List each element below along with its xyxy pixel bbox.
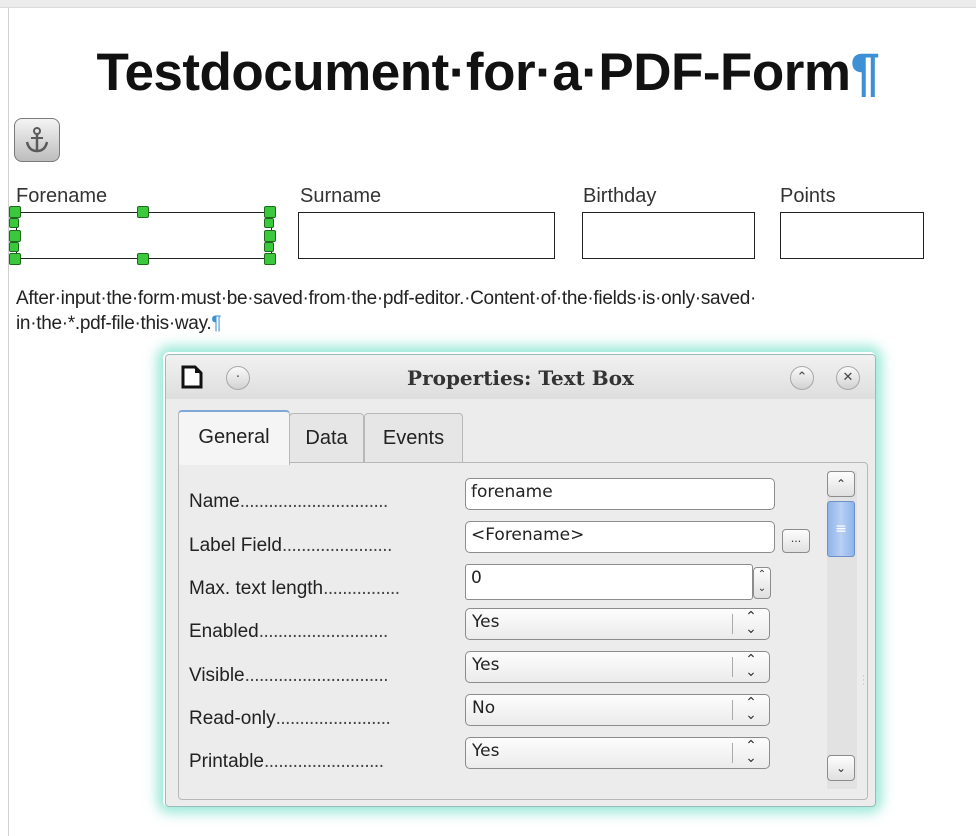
scroll-down-icon[interactable]: ⌄ [827,755,855,781]
selection-handle[interactable] [9,230,21,242]
label-dots: ......................... [264,751,384,772]
name-label: Name............................... [189,491,388,513]
selection-handle[interactable] [137,206,149,218]
properties-dialog: · Properties: Text Box ⌃ ✕ General Data … [165,354,876,807]
selection-handle[interactable] [9,206,21,218]
selection-handle[interactable] [264,253,276,265]
label-dots: ........................ [275,708,391,729]
max-text-length-input[interactable]: 0 [465,564,753,600]
dialog-titlebar[interactable]: · Properties: Text Box ⌃ ✕ [166,355,875,399]
birthday-label: Birthday [583,185,657,207]
enabled-select[interactable]: Yes ⌃ ⌄ [465,608,770,640]
label-text: Printable [189,751,264,772]
chevron-updown-icon: ⌃ ⌄ [745,609,757,637]
forename-field[interactable] [16,212,272,259]
chevron-updown-icon: ⌃ ⌄ [745,738,757,766]
label-text: Label Field [189,535,282,556]
max-text-length-label: Max. text length................ [189,578,400,600]
select-value: Yes [472,741,500,761]
title-text: Testdocument·for·a·PDF-Form [96,43,852,102]
scrollbar-thumb[interactable]: ≡ [827,501,855,557]
surname-field[interactable] [298,212,555,259]
anchor-icon[interactable] [14,118,60,162]
label-text: Name [189,491,240,512]
points-field[interactable] [780,212,924,259]
minimize-icon[interactable]: ⌃ [790,366,814,390]
dialog-title: Properties: Text Box [407,366,634,390]
points-label: Points [780,185,836,207]
selection-handle[interactable] [264,242,274,252]
visible-select[interactable]: Yes ⌃ ⌄ [465,651,770,683]
label-text: Read-only [189,708,276,729]
paragraph-line-1: After·input·the·form·must·be·saved·from·… [16,288,757,309]
tab-general[interactable]: General [178,410,290,465]
label-text: Enabled [189,621,259,642]
browse-button[interactable]: ... [782,529,810,553]
selection-handle[interactable] [264,206,276,218]
tab-events[interactable]: Events [364,413,463,462]
paragraph-line-2-text: in·the·*.pdf-file·this·way. [16,313,212,334]
read-only-label: Read-only........................ [189,708,391,730]
label-dots: .............................. [244,665,389,686]
vertical-scrollbar[interactable]: ⌃ ≡ ⌄ [827,471,857,789]
resize-grip[interactable]: · · · [862,673,865,690]
label-dots: ....................... [281,535,392,556]
visible-label: Visible.............................. [189,665,389,687]
surname-label: Surname [300,185,382,207]
label-field-label: Label Field....................... [189,535,392,557]
document-title: Testdocument·for·a·PDF-Form¶ [0,42,976,103]
chevron-updown-icon: ⌃ ⌄ [745,652,757,680]
printable-label: Printable......................... [189,751,384,773]
selection-handle[interactable] [137,253,149,265]
printable-select[interactable]: Yes ⌃ ⌄ [465,737,770,769]
pilcrow-mark: ¶ [211,313,222,334]
label-dots: ........................... [258,621,389,642]
paragraph-line-2: in·the·*.pdf-file·this·way.¶ [16,311,971,336]
select-value: Yes [472,612,500,632]
page-margin-line [8,8,9,836]
selection-handle[interactable] [9,242,19,252]
tab-data[interactable]: Data [289,413,364,462]
scroll-up-icon[interactable]: ⌃ [827,471,855,497]
forename-label: Forename [16,185,108,207]
label-dots: ................ [323,578,400,599]
pilcrow-mark: ¶ [850,43,880,102]
select-value: Yes [472,655,500,675]
label-dots: ............................... [239,491,389,512]
select-value: No [472,698,496,718]
birthday-field[interactable] [582,212,755,259]
selection-handle[interactable] [264,230,276,242]
label-text: Visible [189,665,245,686]
label-field-input[interactable]: <Forename> [465,521,775,553]
close-icon[interactable]: ✕ [836,366,860,390]
instruction-paragraph: After·input·the·form·must·be·saved·from·… [16,286,971,336]
general-panel: Name............................... fore… [178,462,868,800]
name-input[interactable]: forename [465,478,775,510]
selection-handle[interactable] [9,218,19,228]
chevron-updown-icon: ⌃ ⌄ [745,695,757,723]
label-text: Max. text length [189,578,324,599]
spin-stepper-icon[interactable]: ⌃ ⌄ [753,567,771,599]
enabled-label: Enabled........................... [189,621,388,643]
selection-handle[interactable] [9,253,21,265]
top-ruler-bar [0,0,976,8]
selection-handle[interactable] [264,218,274,228]
read-only-select[interactable]: No ⌃ ⌄ [465,694,770,726]
